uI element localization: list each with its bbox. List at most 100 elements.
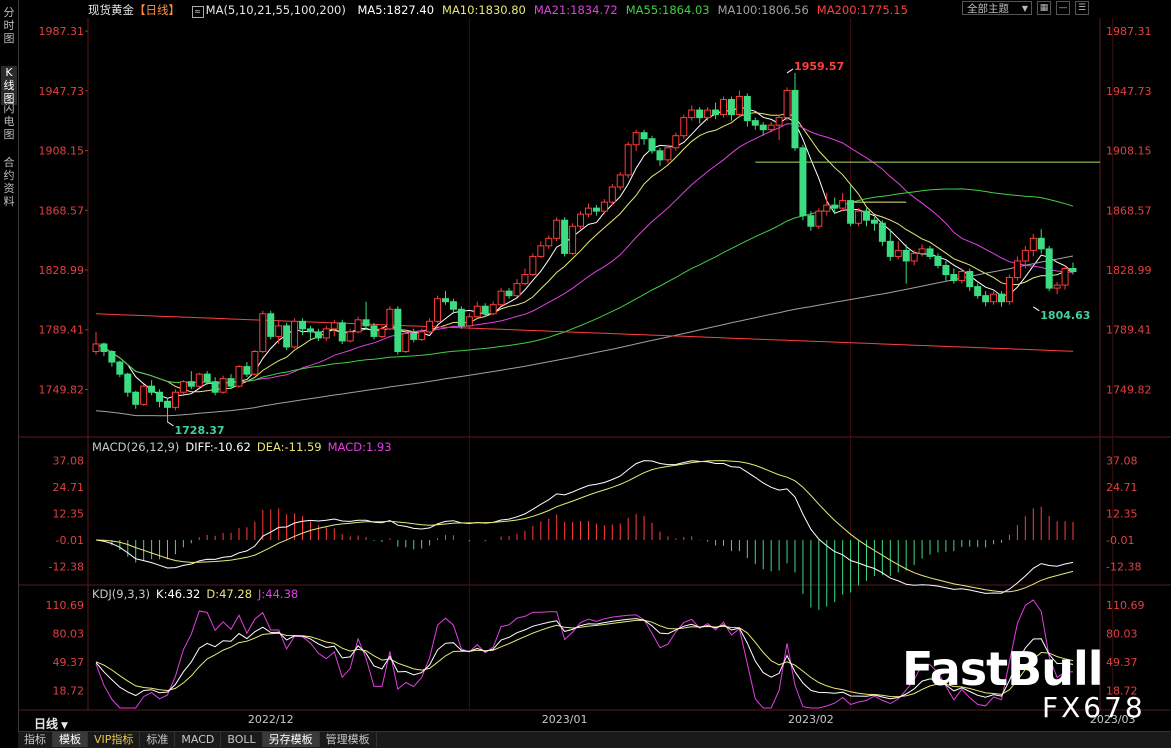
candle-body-77 <box>704 109 712 119</box>
settings-icon[interactable]: ☰ <box>1075 1 1089 15</box>
candle-69 <box>640 129 648 145</box>
macd-tick-left-3: -0.01 <box>56 534 84 547</box>
candle-body-1 <box>100 343 108 352</box>
footer-tab-6[interactable]: 另存模板 <box>262 732 320 747</box>
macd-value-1: DIFF:-10.62 <box>185 440 251 454</box>
candle-body-121 <box>1053 284 1061 289</box>
candle-65 <box>608 183 616 206</box>
moving-average-lines <box>95 106 1074 417</box>
candle-body-53 <box>513 283 521 297</box>
candle-body-48 <box>473 305 481 318</box>
candle-116 <box>1013 256 1021 281</box>
candle-body-25 <box>291 320 299 348</box>
gold-daily-chart[interactable]: 1959.57 1728.37 1804.63 1987.31 1987.31 1947… <box>0 0 1171 732</box>
candle-108 <box>950 268 958 284</box>
candle-body-83 <box>751 120 759 126</box>
price-tick-left-3: 1868.57 <box>39 204 85 217</box>
candle-body-0 <box>92 343 100 352</box>
annotation-pointer-2 <box>1033 306 1040 312</box>
ma21-line <box>95 123 1074 384</box>
candle-body-43 <box>434 298 442 322</box>
candle-31 <box>338 319 346 344</box>
chart-grid <box>18 18 1171 711</box>
candle-50 <box>489 301 497 316</box>
candle-body-42 <box>426 320 434 333</box>
candle-97 <box>862 208 870 227</box>
candle-118 <box>1029 233 1037 257</box>
candle-73 <box>672 132 680 151</box>
candle-body-39 <box>402 332 410 352</box>
candle-91 <box>815 208 823 230</box>
period-selector[interactable]: 日线 ▼ <box>34 715 68 732</box>
candle-115 <box>1005 274 1013 305</box>
candle-body-61 <box>577 213 585 227</box>
footer-tab-3[interactable]: 标准 <box>140 732 176 747</box>
macd-value-2: DEA:-11.59 <box>256 440 322 454</box>
macd-dea-line <box>95 460 1074 593</box>
ma10-line <box>95 112 1074 393</box>
ma55-line <box>95 188 1074 384</box>
candle-112 <box>982 291 990 307</box>
candle-79 <box>720 96 728 118</box>
candle-body-71 <box>656 150 664 161</box>
grid-layout-icon[interactable]: ▦ <box>1037 1 1051 15</box>
candle-3 <box>116 360 124 378</box>
candle-74 <box>680 114 688 139</box>
candle-body-5 <box>132 391 140 405</box>
candle-100 <box>886 229 894 261</box>
candle-113 <box>990 291 998 305</box>
candle-18 <box>235 365 243 388</box>
ma-value-4: MA100:1806.56 <box>717 3 809 17</box>
candle-88 <box>791 72 799 151</box>
candle-body-56 <box>537 245 545 257</box>
candle-66 <box>616 171 624 191</box>
candle-body-118 <box>1029 237 1037 251</box>
ma-icon: ≈ <box>191 6 204 18</box>
candle-body-68 <box>632 132 640 146</box>
candle-51 <box>497 288 505 307</box>
footer-tab-1[interactable]: 模板 <box>53 732 88 747</box>
macd-tick-left-4: -12.38 <box>49 561 84 574</box>
footer-tab-0[interactable]: 指标 <box>18 732 53 747</box>
candle-body-29 <box>322 328 330 339</box>
candle-body-33 <box>354 319 362 333</box>
price-tick-right-6: 1749.82 <box>1106 383 1152 396</box>
candle-75 <box>688 105 696 121</box>
annotation-label-1: 1728.37 <box>174 424 224 437</box>
date-tick-0: 2022/12 <box>248 713 294 726</box>
price-tick-right-2: 1908.15 <box>1106 145 1152 158</box>
theme-selector[interactable]: 全部主题 ▼ <box>962 1 1032 15</box>
candle-102 <box>902 244 910 284</box>
footer-tab-7[interactable]: 管理模板 <box>320 732 377 747</box>
candle-2 <box>108 349 116 367</box>
price-tick-left-5: 1789.41 <box>39 324 85 337</box>
candle-body-63 <box>592 207 600 212</box>
candle-body-119 <box>1037 237 1045 250</box>
candle-55 <box>529 253 537 277</box>
candle-body-74 <box>680 117 688 137</box>
candle-72 <box>664 144 672 163</box>
candle-body-86 <box>775 117 783 126</box>
candle-59 <box>561 217 569 257</box>
footer-tab-2[interactable]: VIP指标 <box>88 732 141 747</box>
candle-34 <box>362 301 370 329</box>
candle-body-57 <box>545 237 553 247</box>
footer-tab-5[interactable]: BOLL <box>221 732 263 747</box>
candle-body-4 <box>124 373 132 393</box>
candle-body-75 <box>688 109 696 119</box>
template-tab-bar: 指标 模板 VIP指标 标准 MACD BOLL 另存模板 管理模板 <box>18 731 1171 748</box>
price-tick-right-3: 1868.57 <box>1106 204 1152 217</box>
candle-64 <box>600 199 608 215</box>
candle-85 <box>767 122 775 133</box>
candle-11 <box>179 380 187 394</box>
kdj-tick-left-2: 49.37 <box>53 656 85 669</box>
candle-body-41 <box>418 331 426 340</box>
footer-tab-4[interactable]: MACD <box>175 732 222 747</box>
annotation-label-0: 1959.57 <box>794 60 844 73</box>
annotation-pointer-0 <box>786 68 794 74</box>
candle-body-59 <box>561 219 569 254</box>
kdj-value-0: KDJ(9,3,3) <box>92 587 151 601</box>
candle-body-40 <box>410 332 418 340</box>
minimize-icon[interactable]: — <box>1056 1 1070 15</box>
candle-77 <box>704 107 712 121</box>
